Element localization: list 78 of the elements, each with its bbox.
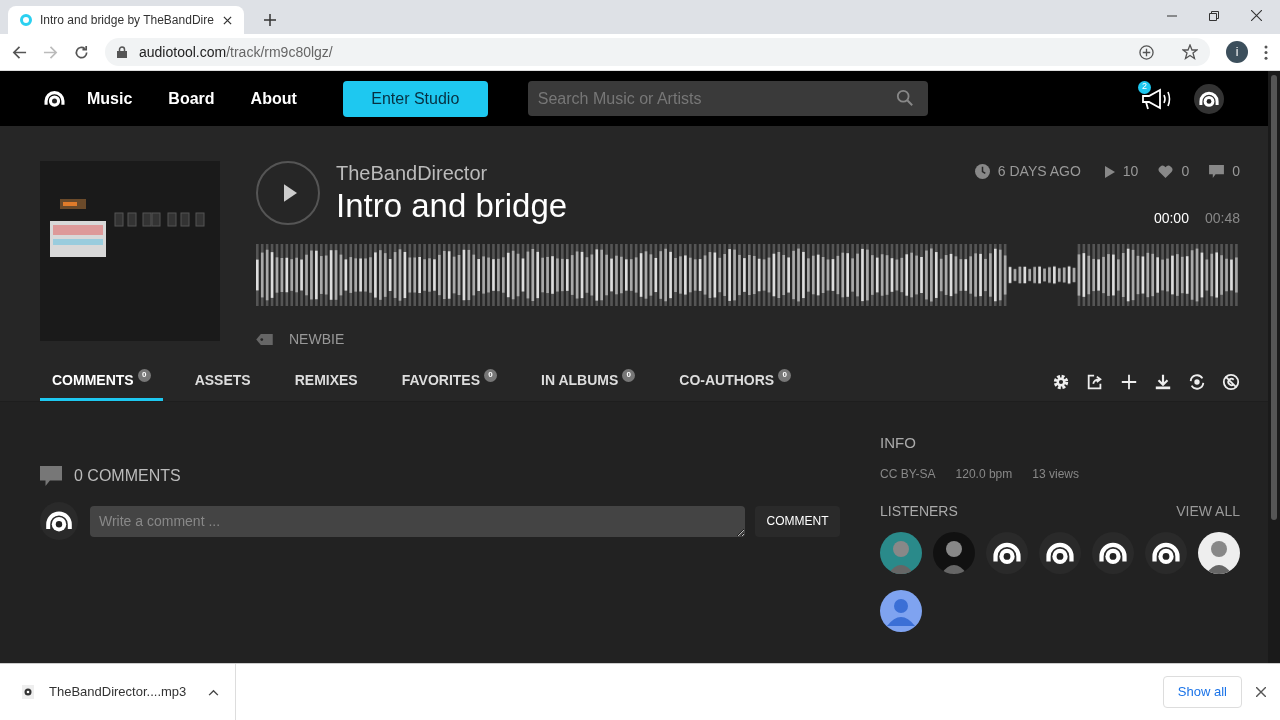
listener-avatar[interactable] (1198, 531, 1240, 574)
show-all-button[interactable]: Show all (1162, 676, 1242, 708)
count-badge: 0 (137, 368, 151, 382)
tab-title: Intro and bridge by TheBandDire (40, 12, 215, 29)
play-button[interactable] (256, 161, 320, 225)
search-icon[interactable] (895, 89, 914, 107)
restore-icon[interactable] (1209, 10, 1219, 21)
comment-field[interactable]: Write a comment ... (90, 505, 745, 537)
license-text: CC BY-SA (880, 465, 936, 483)
comment-icon (40, 466, 62, 486)
listener-avatar[interactable] (1039, 531, 1081, 574)
notification-badge: 2 (1138, 80, 1151, 94)
close-icon[interactable] (1251, 10, 1262, 21)
browser-tab[interactable]: Intro and bridge by TheBandDire (8, 6, 244, 34)
clock-icon (974, 164, 990, 179)
site-icon (20, 14, 32, 26)
download-item[interactable]: TheBandDirector....mp3 (0, 664, 236, 720)
listeners-heading: LISTENERS (880, 501, 958, 521)
nav-link[interactable]: About (250, 86, 297, 111)
section-tab[interactable]: CO-AUTHORS 0 (667, 362, 804, 401)
play-icon (1104, 165, 1115, 178)
address-field[interactable]: audiotool.com/track/rm9c80lgz/ (105, 38, 1210, 66)
count-badge: 0 (484, 368, 497, 382)
download-icon[interactable] (1154, 372, 1172, 391)
section-tab[interactable]: COMMENTS 0 (40, 362, 163, 401)
upload-age: 6 DAYS AGO (997, 162, 1081, 181)
comments-heading: 0 COMMENTS (74, 466, 181, 486)
user-avatar[interactable] (1194, 83, 1224, 114)
like-count: 0 (1181, 162, 1190, 181)
count-badge: 0 (622, 368, 636, 382)
enter-studio-button[interactable]: Enter Studio (342, 80, 488, 117)
user-avatar[interactable] (880, 589, 922, 632)
play-count: 10 (1122, 162, 1139, 181)
url-text: audiotool.com/track/rm9c80lgz/ (139, 42, 333, 62)
close-icon[interactable] (223, 15, 232, 25)
comment-icon (1209, 165, 1225, 178)
comment-button[interactable]: COMMENT (755, 505, 840, 537)
tag-link[interactable]: NEWBIE (289, 329, 345, 350)
back-icon[interactable] (12, 44, 27, 60)
reload-icon[interactable] (74, 44, 89, 60)
profile-avatar[interactable]: i (1226, 41, 1248, 63)
waveform[interactable] (256, 243, 1240, 307)
bpm-text: 120.0 bpm (955, 465, 1013, 483)
current-time: 00:00 (1153, 209, 1189, 228)
file-icon (22, 685, 34, 699)
section-tab[interactable]: REMIXES (282, 362, 370, 401)
play-icon (283, 184, 297, 202)
duration: 00:48 (1204, 209, 1240, 228)
chevron-up-icon[interactable] (208, 688, 220, 696)
close-icon[interactable] (1256, 687, 1266, 697)
nav-link[interactable]: Board (168, 86, 215, 111)
listener-avatar[interactable] (1145, 531, 1187, 574)
lock-icon (117, 46, 127, 58)
new-tab-icon[interactable] (264, 14, 276, 26)
add-icon[interactable] (1139, 44, 1154, 60)
artist-name[interactable]: TheBandDirector (336, 161, 568, 185)
view-all-link[interactable]: VIEW ALL (1176, 500, 1240, 522)
settings-icon[interactable] (1052, 372, 1070, 391)
section-tab[interactable]: ASSETS (182, 362, 263, 401)
remix-icon[interactable] (1188, 372, 1206, 391)
search-field[interactable]: Search Music or Artists (527, 81, 928, 116)
section-tab[interactable]: FAVORITES 0 (389, 362, 509, 401)
heart-icon (1158, 165, 1174, 178)
info-heading: INFO (880, 433, 917, 453)
star-icon[interactable] (1182, 44, 1198, 60)
nav-link[interactable]: Music (87, 86, 133, 111)
views-text: 13 views (1032, 465, 1079, 483)
download-filename: TheBandDirector....mp3 (49, 683, 187, 702)
listener-avatar[interactable] (1092, 531, 1134, 574)
menu-icon[interactable] (1264, 44, 1268, 60)
license-icon[interactable] (1222, 372, 1240, 391)
track-title: Intro and bridge (336, 186, 568, 226)
tag-icon (256, 334, 273, 345)
section-tab[interactable]: IN ALBUMS 0 (529, 362, 648, 401)
count-badge: 0 (778, 368, 792, 382)
listener-avatar[interactable] (986, 531, 1028, 574)
share-icon[interactable] (1086, 372, 1104, 391)
comment-count: 0 (1232, 162, 1240, 181)
